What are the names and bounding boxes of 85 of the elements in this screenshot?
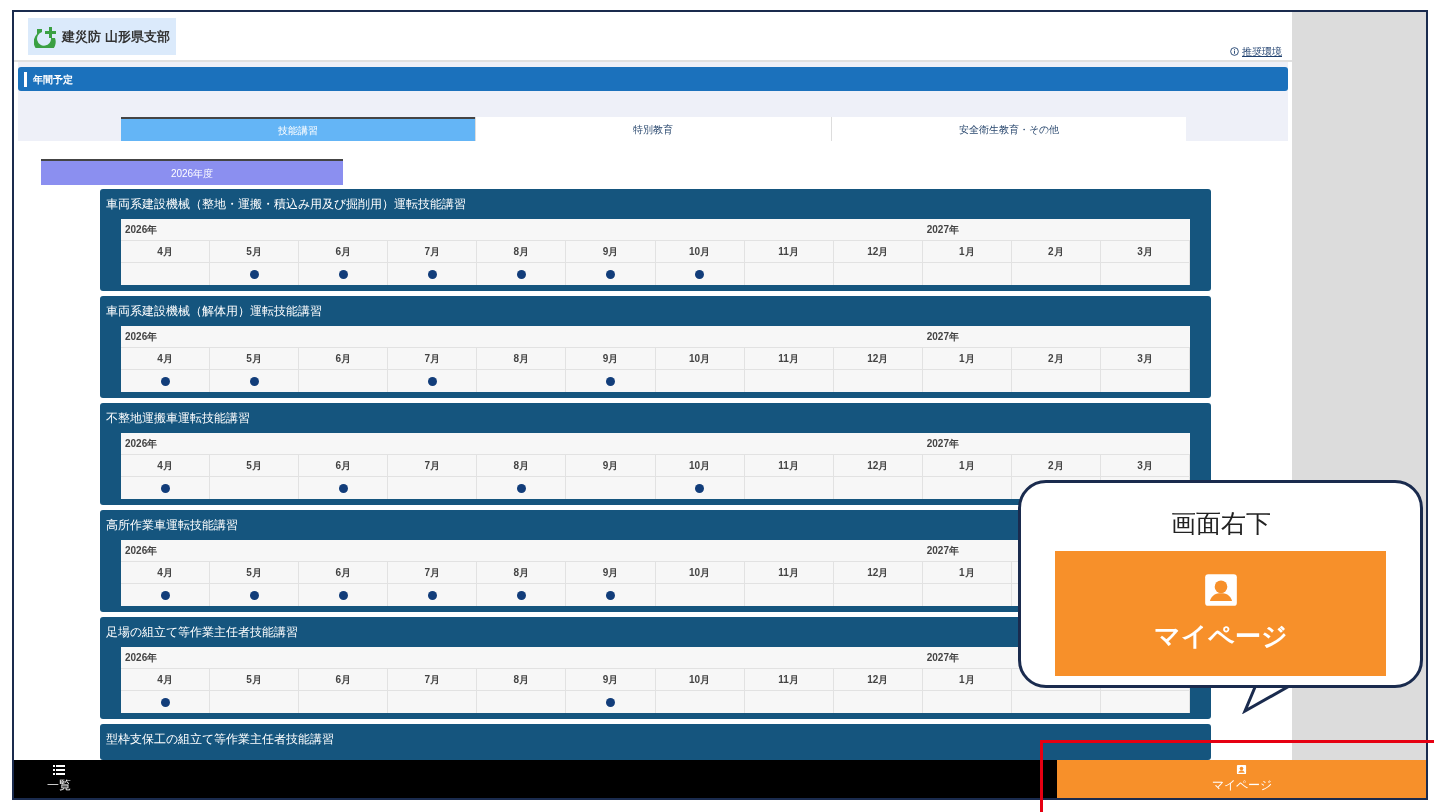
- month-label: 11月: [778, 352, 799, 366]
- month-label: 9月: [602, 566, 619, 580]
- course-title: 車両系建設機械（解体用）運転技能講習: [106, 303, 322, 320]
- year-label: 2026年: [125, 651, 158, 665]
- year-label: 2027年: [926, 651, 959, 665]
- year-label: 2026年: [125, 437, 158, 451]
- month-label: 7月: [424, 566, 441, 580]
- month-label: 8月: [513, 245, 530, 259]
- month-label: 2月: [1048, 459, 1064, 473]
- month-label: 5月: [246, 566, 262, 580]
- month-label: 1月: [959, 566, 975, 580]
- category-tab[interactable]: 特別教育: [475, 117, 831, 141]
- month-label: 8月: [513, 673, 530, 687]
- year-label: 2026年: [125, 223, 158, 237]
- month-label: 7月: [424, 673, 441, 687]
- course-title: 足場の組立て等作業主任者技能講習: [106, 624, 298, 641]
- contact-icon: [1236, 764, 1247, 775]
- month-label: 3月: [1137, 459, 1153, 473]
- course-title: 高所作業車運転技能講習: [106, 517, 238, 534]
- month-label: 12月: [867, 459, 889, 473]
- category-tab[interactable]: 安全衛生教育・その他: [830, 117, 1186, 141]
- month-label: 5月: [246, 459, 262, 473]
- month-label: 8月: [513, 352, 530, 366]
- recommended-env-link[interactable]: 推奨環境: [1242, 44, 1282, 60]
- year-label: 2027年: [926, 437, 959, 451]
- month-label: 11月: [778, 459, 799, 473]
- course-title: 車両系建設機械（整地・運搬・積込み用及び掘削用）運転技能講習: [106, 196, 466, 213]
- month-label: 7月: [424, 352, 441, 366]
- month-label: 11月: [778, 245, 799, 259]
- month-label: 5月: [246, 673, 262, 687]
- month-label: 2月: [1048, 352, 1064, 366]
- year-label: 2027年: [926, 223, 959, 237]
- month-label: 8月: [513, 566, 530, 580]
- month-label: 5月: [246, 352, 262, 366]
- month-label: 6月: [335, 352, 351, 366]
- year-label: 2027年: [926, 330, 959, 344]
- callout-caption: 画面右下: [1170, 508, 1271, 539]
- month-label: 12月: [867, 352, 889, 366]
- month-label: 4月: [157, 459, 173, 473]
- month-label: 10月: [688, 245, 711, 259]
- month-label: 6月: [335, 673, 351, 687]
- month-label: 9月: [602, 673, 619, 687]
- year-label: 2026年: [125, 544, 158, 558]
- month-label: 12月: [867, 566, 889, 580]
- section-title: 年間予定: [33, 72, 73, 87]
- logo[interactable]: 建災防 山形県支部: [28, 18, 176, 55]
- year-label: 2027年: [926, 544, 959, 558]
- month-label: 9月: [602, 352, 619, 366]
- year-label: 2026年: [125, 330, 158, 344]
- month-label: 3月: [1137, 245, 1153, 259]
- month-label: 4月: [157, 673, 173, 687]
- month-label: 10月: [688, 566, 711, 580]
- month-label: 1月: [959, 459, 975, 473]
- month-label: 4月: [157, 352, 173, 366]
- month-label: 1月: [959, 352, 975, 366]
- month-label: 12月: [867, 673, 889, 687]
- month-label: 11月: [778, 673, 799, 687]
- month-label: 10月: [688, 673, 711, 687]
- month-label: 6月: [335, 245, 351, 259]
- course-title: 不整地運搬車運転技能講習: [106, 410, 250, 427]
- month-label: 10月: [688, 352, 711, 366]
- logo-icon: [34, 25, 56, 48]
- month-label: 11月: [778, 566, 799, 580]
- month-label: 7月: [424, 245, 441, 259]
- month-label: 7月: [424, 459, 441, 473]
- month-label: 12月: [867, 245, 889, 259]
- month-label: 5月: [246, 245, 262, 259]
- month-label: 6月: [335, 566, 351, 580]
- month-label: 9月: [602, 459, 619, 473]
- mypage-button-preview: マイページ: [1055, 550, 1386, 676]
- month-label: 10月: [688, 459, 711, 473]
- month-label: 9月: [602, 245, 619, 259]
- month-label: 1月: [959, 245, 975, 259]
- list-icon: [53, 764, 65, 775]
- month-label: 6月: [335, 459, 351, 473]
- course-title: 型枠支保工の組立て等作業主任者技能講習: [106, 731, 334, 748]
- month-label: 4月: [157, 566, 173, 580]
- month-label: 1月: [959, 673, 975, 687]
- bottom-nav-item[interactable]: 一覧: [14, 760, 104, 798]
- month-label: 3月: [1137, 352, 1153, 366]
- month-label: 2月: [1048, 245, 1064, 259]
- logo-text: 建災防 山形県支部: [62, 27, 170, 46]
- month-label: 4月: [157, 245, 173, 259]
- month-label: 8月: [513, 459, 530, 473]
- info-icon: [1230, 47, 1239, 57]
